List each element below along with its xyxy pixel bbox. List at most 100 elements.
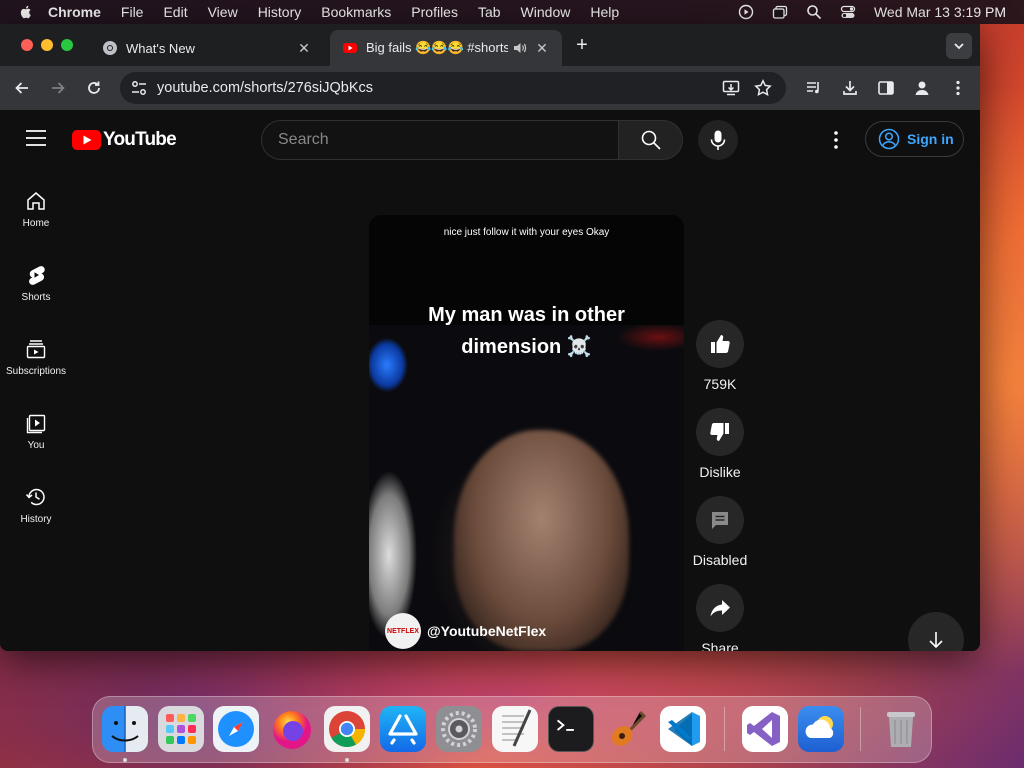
search-button[interactable] [618,120,683,160]
address-bar[interactable]: youtube.com/shorts/276siJQbKcs [120,72,786,104]
guide-item-home[interactable]: Home [0,180,72,240]
dock-textedit-icon[interactable] [492,706,538,752]
dock-running-indicator [345,758,349,762]
stage-manager-icon[interactable] [772,4,788,20]
dock-separator [860,707,861,751]
comments-circle[interactable] [696,496,744,544]
account-circle-icon [878,128,900,150]
screen-recording-icon[interactable] [738,4,754,20]
dock-firefox-icon[interactable] [269,706,315,752]
menu-app-name[interactable]: Chrome [48,0,101,24]
history-icon [25,488,45,506]
youtube-icon [343,43,357,53]
dock-safari-icon[interactable] [213,706,259,752]
dock-vscode-icon[interactable] [660,706,706,752]
hamburger-menu-icon[interactable] [26,130,46,146]
guide-item-subscriptions[interactable]: Subscriptions [0,328,72,388]
bookmark-star-icon[interactable] [754,79,772,97]
channel-handle[interactable]: @YoutubeNetFlex [427,623,546,639]
tab-title: What's New [126,40,195,56]
next-short-button[interactable] [908,612,964,651]
url-text[interactable]: youtube.com/shorts/276siJQbKcs [157,80,722,96]
spotlight-search-icon[interactable] [806,4,822,20]
search-input[interactable]: Search [261,120,619,160]
tab-whats-new[interactable]: What's New ✕ [90,30,324,66]
comments-button[interactable]: Disabled [690,496,750,568]
browser-toolbar: youtube.com/shorts/276siJQbKcs [0,66,980,110]
shorts-video-player[interactable]: nice just follow it with your eyes Okay … [369,215,684,651]
dock-terminal-icon[interactable] [548,706,594,752]
menu-tab[interactable]: Tab [478,0,501,24]
audio-playing-icon[interactable] [512,40,528,56]
channel-info[interactable]: NETFLEX @YoutubeNetFlex [385,613,546,649]
window-zoom-button[interactable] [61,39,73,51]
site-info-icon[interactable] [130,79,148,97]
youtube-logo[interactable]: YouTube [72,129,177,151]
dock-garageband-icon[interactable] [604,706,650,752]
textedit-document-icon [502,709,532,747]
dislike-circle[interactable] [696,408,744,456]
tab-youtube-short[interactable]: Big fails 😂😂😂 #shortsf ✕ [330,30,562,66]
chrome-window: What's New ✕ Big fails 😂😂😂 #shortsf ✕ + … [0,24,980,651]
guide-item-you[interactable]: You [0,402,72,462]
dock-finder-icon[interactable] [102,706,148,752]
window-close-button[interactable] [21,39,33,51]
sign-in-button[interactable]: Sign in [865,121,964,157]
dock-app-store-icon[interactable] [380,706,426,752]
channel-avatar[interactable]: NETFLEX [385,613,421,649]
profile-button[interactable] [912,78,932,98]
youtube-page: YouTube Search Sign in Home Shorts Subsc… [0,110,980,651]
share-button[interactable]: Share [690,584,750,651]
vertical-dots-icon [956,80,960,96]
voice-search-button[interactable] [698,120,738,160]
new-tab-button[interactable]: + [572,35,592,56]
reload-button[interactable] [84,78,104,98]
menu-edit[interactable]: Edit [163,0,187,24]
dock-visual-studio-icon[interactable] [742,706,788,752]
dock-launchpad-icon[interactable] [158,706,204,752]
tab-close-icon[interactable]: ✕ [534,40,550,56]
menu-window[interactable]: Window [521,0,571,24]
menu-profiles[interactable]: Profiles [411,0,458,24]
forward-button[interactable] [48,78,68,98]
menu-view[interactable]: View [208,0,238,24]
downloads-button[interactable] [840,78,860,98]
guide-item-shorts[interactable]: Shorts [0,254,72,314]
menu-bookmarks[interactable]: Bookmarks [321,0,391,24]
apple-icon[interactable] [18,4,34,20]
guide-item-history[interactable]: History [0,476,72,536]
menu-history[interactable]: History [258,0,302,24]
shorts-icon [29,266,45,285]
launchpad-grid-icon [166,714,196,744]
tab-close-icon[interactable]: ✕ [296,40,312,56]
search-icon [641,130,661,150]
share-label: Share [701,640,739,651]
share-arrow-icon [710,600,730,617]
dock-weather-icon[interactable] [798,706,844,752]
like-circle[interactable] [696,320,744,368]
control-center-icon[interactable] [840,4,856,20]
like-count: 759K [703,376,737,392]
media-controls-button[interactable] [804,78,824,98]
dock-trash-icon[interactable] [878,706,924,752]
tab-search-button[interactable] [946,33,972,59]
dislike-button[interactable]: Dislike [690,408,750,480]
menu-help[interactable]: Help [590,0,619,24]
like-button[interactable]: 759K [690,320,750,392]
side-panel-button[interactable] [876,78,896,98]
share-circle[interactable] [696,584,744,632]
install-app-icon[interactable] [722,79,740,97]
chrome-menu-button[interactable] [948,78,968,98]
menu-file[interactable]: File [121,0,144,24]
settings-menu-button[interactable] [826,130,846,150]
back-button[interactable] [12,78,32,98]
weather-cloud-icon [805,716,834,738]
youtube-play-logo-icon [72,130,101,150]
macos-menu-bar: Chrome File Edit View History Bookmarks … [0,0,1024,24]
dock-system-settings-icon[interactable] [436,706,482,752]
guide-label: History [20,514,52,525]
window-minimize-button[interactable] [41,39,53,51]
dock-chrome-icon[interactable] [324,706,370,752]
menu-bar-clock[interactable]: Wed Mar 13 3:19 PM [874,4,1006,20]
arrow-left-icon [15,82,28,94]
